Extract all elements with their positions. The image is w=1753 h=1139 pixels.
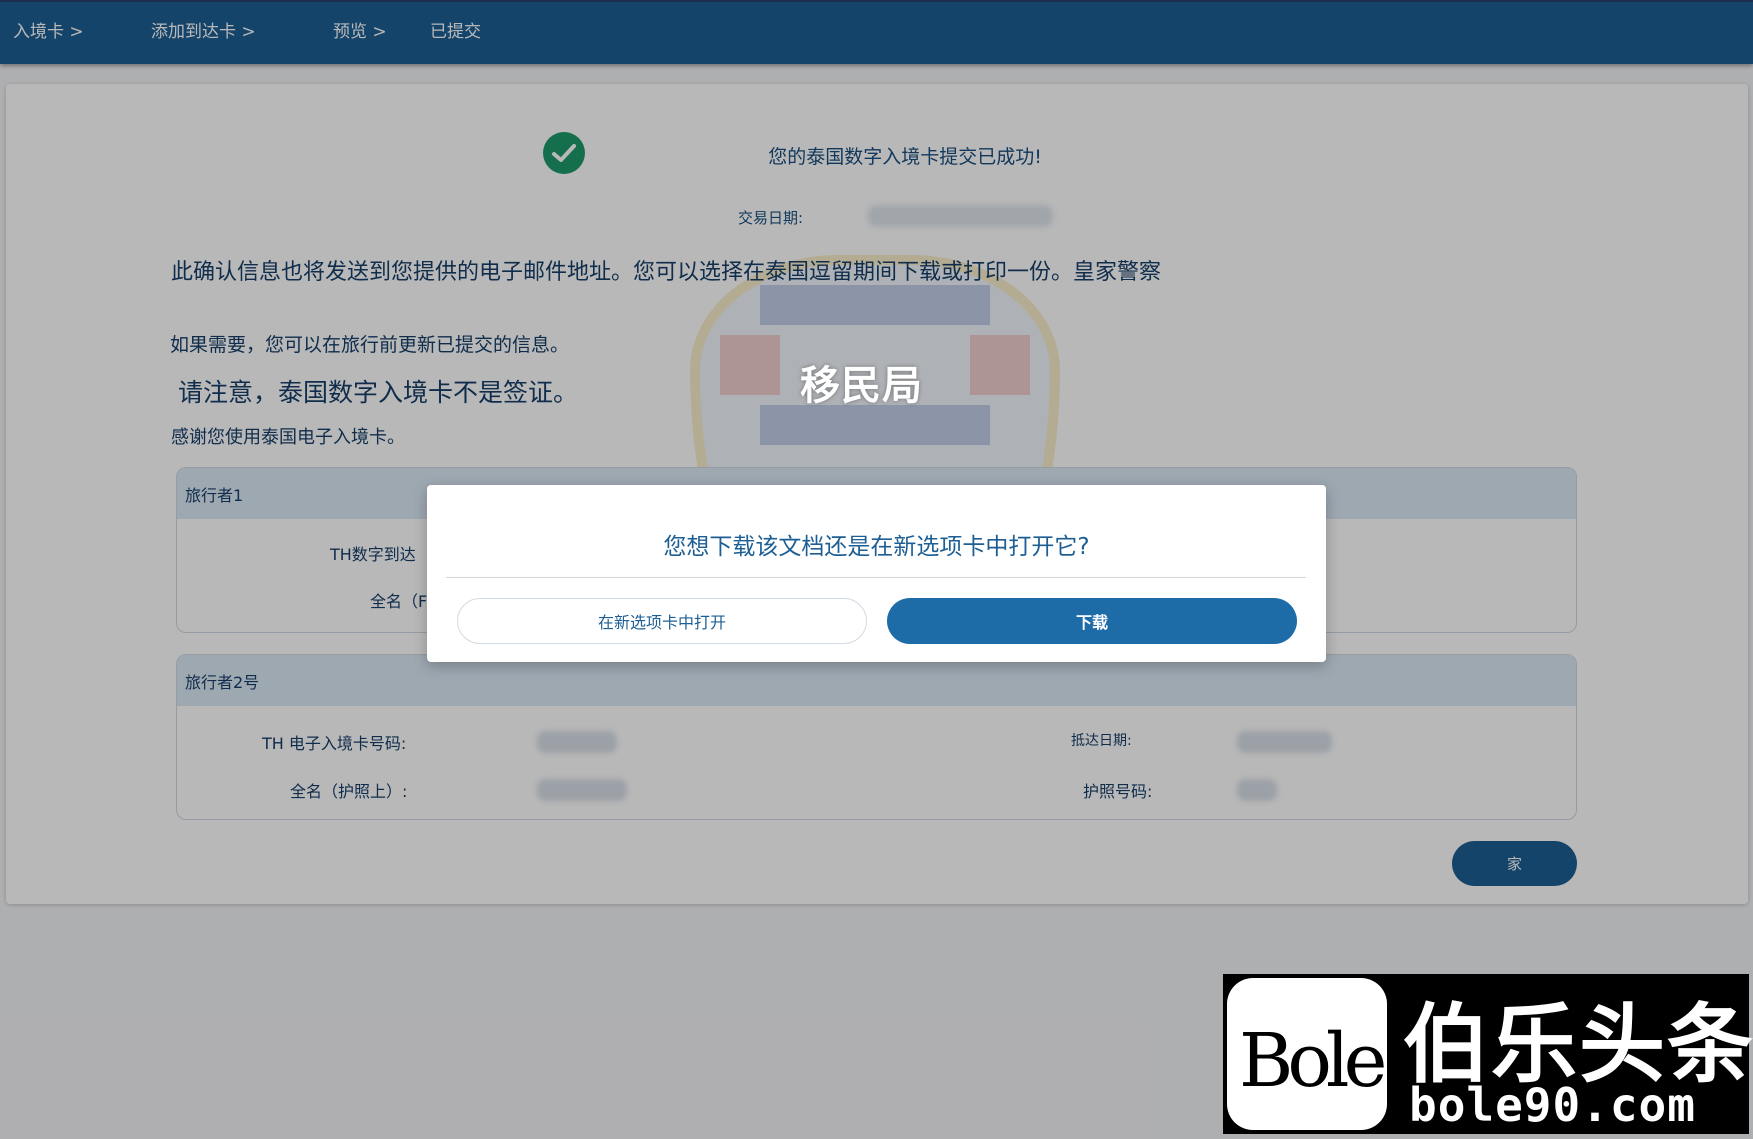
bole-watermark-logo: Bole 伯乐头条 bole90.com	[1223, 974, 1753, 1134]
immigration-bureau-overlay-text: 移民局	[800, 363, 923, 409]
bole-logo-box: Bole	[1227, 978, 1387, 1130]
bole-logo-url: bole90.com	[1409, 1078, 1696, 1132]
download-button[interactable]: 下载	[887, 598, 1297, 644]
bole-logo-text: Bole	[1239, 1018, 1387, 1104]
dialog-title: 您想下载该文档还是在新选项卡中打开它?	[663, 534, 1090, 560]
open-in-new-tab-button[interactable]: 在新选项卡中打开	[457, 598, 867, 644]
download-dialog: 您想下载该文档还是在新选项卡中打开它? 在新选项卡中打开 下载	[427, 485, 1326, 662]
dialog-divider	[446, 577, 1306, 578]
